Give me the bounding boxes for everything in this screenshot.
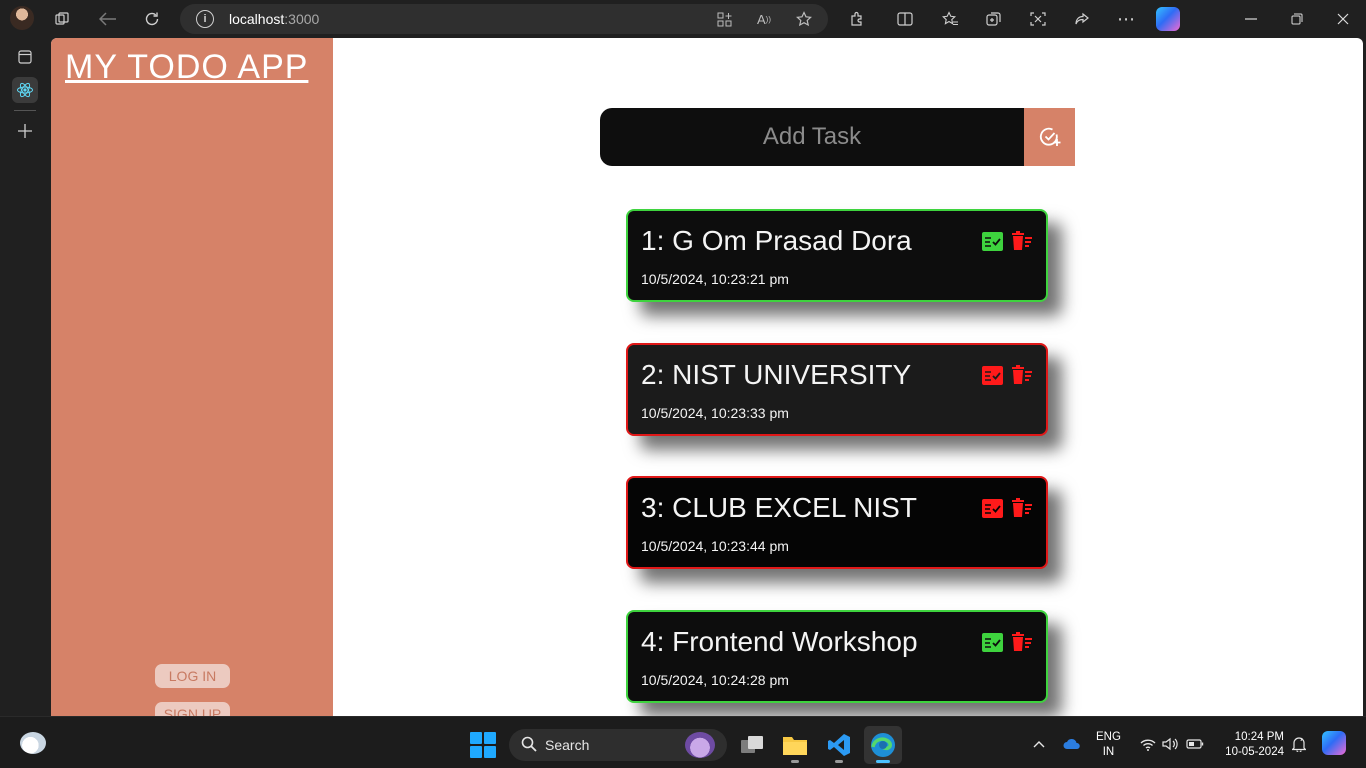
task-card: 2: NIST UNIVERSITY 10/5/2024, 10:23:33 p…: [626, 343, 1048, 436]
task-timestamp: 10/5/2024, 10:24:28 pm: [641, 672, 789, 688]
task-timestamp: 10/5/2024, 10:23:33 pm: [641, 405, 789, 421]
read-aloud-icon[interactable]: A)): [754, 9, 774, 29]
copilot-taskbar-icon[interactable]: [1322, 731, 1346, 755]
check-add-icon: [1039, 127, 1060, 146]
battery-icon[interactable]: [1186, 736, 1204, 752]
address-url[interactable]: localhost:3000: [229, 11, 319, 27]
wifi-icon[interactable]: [1139, 736, 1157, 752]
edge-browser-icon[interactable]: [864, 726, 902, 764]
task-card: 4: Frontend Workshop 10/5/2024, 10:24:28…: [626, 610, 1048, 703]
address-bar[interactable]: i localhost:3000 A)): [180, 4, 828, 34]
volume-icon[interactable]: [1161, 736, 1179, 752]
complete-task-icon[interactable]: [982, 232, 1003, 251]
browser-titlebar: i localhost:3000 A)) ⋯: [0, 0, 1366, 38]
main-content: 1: G Om Prasad Dora 10/5/2024, 10:23:21 …: [333, 38, 1363, 716]
search-label: Search: [545, 737, 590, 753]
windows-taskbar: Search ENG IN 10:24 PM 10-05-2024: [0, 716, 1366, 768]
close-window-icon[interactable]: [1332, 8, 1354, 30]
share-icon[interactable]: [1071, 8, 1093, 30]
task-title: 1: G Om Prasad Dora: [641, 225, 912, 256]
more-options-icon[interactable]: ⋯: [1115, 8, 1137, 30]
extensions-icon[interactable]: [846, 8, 868, 30]
language-indicator[interactable]: ENG IN: [1096, 730, 1121, 760]
onedrive-icon[interactable]: [1063, 736, 1081, 752]
start-windows-icon[interactable]: [470, 732, 496, 758]
new-tab-plus-icon[interactable]: [12, 118, 38, 144]
clock[interactable]: 10:24 PM 10-05-2024: [1218, 730, 1284, 760]
app-title[interactable]: MY TODO APP: [65, 48, 308, 87]
favorites-icon[interactable]: [939, 8, 961, 30]
task-view-icon[interactable]: [733, 726, 771, 764]
delete-task-icon[interactable]: [1011, 498, 1033, 518]
add-task-input[interactable]: [600, 108, 1024, 166]
tab-actions-icon[interactable]: [12, 44, 38, 70]
weather-widget-icon[interactable]: [20, 732, 46, 754]
back-arrow-icon[interactable]: [97, 8, 119, 30]
refresh-icon[interactable]: [141, 8, 163, 30]
complete-task-icon[interactable]: [982, 633, 1003, 652]
app-sidebar: MY TODO APP LOG IN SIGN UP: [51, 38, 333, 716]
vscode-icon[interactable]: [820, 726, 858, 764]
complete-task-icon[interactable]: [982, 366, 1003, 385]
react-tab-icon[interactable]: [12, 77, 38, 103]
workspaces-icon[interactable]: [51, 8, 73, 30]
tab-divider: [14, 110, 36, 111]
screenshot-icon[interactable]: [1027, 8, 1049, 30]
task-timestamp: 10/5/2024, 10:23:21 pm: [641, 271, 789, 287]
task-title: 2: NIST UNIVERSITY: [641, 359, 912, 390]
favorite-star-icon[interactable]: [794, 9, 814, 29]
show-hidden-icons-chevron-icon[interactable]: [1030, 736, 1048, 752]
task-title: 4: Frontend Workshop: [641, 626, 918, 657]
notifications-bell-icon[interactable]: [1290, 736, 1308, 752]
task-title: 3: CLUB EXCEL NIST: [641, 492, 917, 523]
search-icon: [521, 736, 537, 752]
delete-task-icon[interactable]: [1011, 365, 1033, 385]
task-timestamp: 10/5/2024, 10:23:44 pm: [641, 538, 789, 554]
signup-button[interactable]: SIGN UP: [155, 702, 230, 716]
file-explorer-icon[interactable]: [776, 726, 814, 764]
minimize-icon[interactable]: [1240, 8, 1262, 30]
site-info-icon[interactable]: i: [196, 10, 214, 28]
copilot-icon[interactable]: [1156, 7, 1180, 31]
add-task-form: [600, 108, 1075, 166]
collections-icon[interactable]: [983, 8, 1005, 30]
restore-icon[interactable]: [1286, 8, 1308, 30]
add-task-button[interactable]: [1024, 108, 1075, 166]
task-card: 1: G Om Prasad Dora 10/5/2024, 10:23:21 …: [626, 209, 1048, 302]
app-available-icon[interactable]: [714, 9, 734, 29]
page-viewport: MY TODO APP LOG IN SIGN UP 1: G Om Prasa…: [51, 38, 1363, 716]
delete-task-icon[interactable]: [1011, 632, 1033, 652]
complete-task-icon[interactable]: [982, 499, 1003, 518]
search-highlight-icon: [685, 732, 715, 758]
task-card: 3: CLUB EXCEL NIST 10/5/2024, 10:23:44 p…: [626, 476, 1048, 569]
login-button[interactable]: LOG IN: [155, 664, 230, 688]
vertical-tabs-strip: [0, 38, 51, 716]
split-screen-icon[interactable]: [894, 8, 916, 30]
profile-avatar[interactable]: [10, 6, 34, 30]
taskbar-search[interactable]: Search: [509, 729, 727, 761]
delete-task-icon[interactable]: [1011, 231, 1033, 251]
